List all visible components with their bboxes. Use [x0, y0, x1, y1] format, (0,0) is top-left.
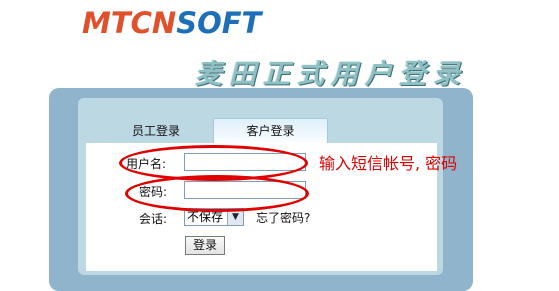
logo-part-a: MTCN — [82, 6, 177, 40]
page-subtitle: 麦田正式用户登录 — [195, 59, 467, 90]
session-select-value: 不保存 — [187, 210, 224, 224]
forgot-password-link[interactable]: 忘了密码? — [256, 209, 310, 226]
login-button[interactable]: 登录 — [185, 236, 225, 255]
session-label: 会话: — [139, 212, 168, 226]
annotation-note: 输入短信帐号, 密码 — [319, 154, 458, 173]
tab-employee-login[interactable]: 员工登录 — [123, 120, 189, 142]
tab-customer-login[interactable]: 客户登录 — [213, 118, 328, 144]
password-highlight-ring — [125, 175, 309, 212]
logo-part-b: SOFT — [176, 6, 262, 40]
logo: MTCNSOFT — [82, 6, 261, 40]
